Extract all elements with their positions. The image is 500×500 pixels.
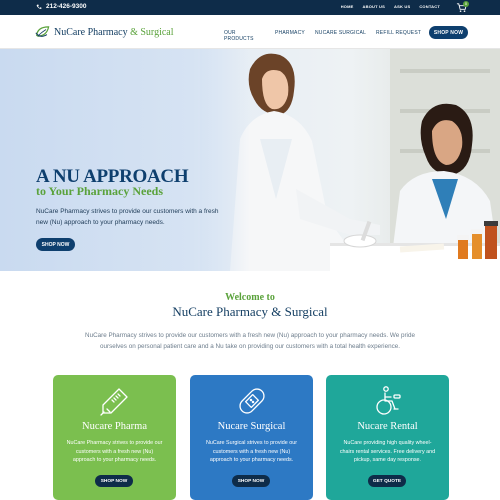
nav-our-products[interactable]: OUR PRODUCTS (224, 30, 254, 42)
phone-contact[interactable]: 212-426-9300 (36, 3, 86, 10)
welcome-text: NuCare Pharmacy strives to provide our c… (85, 332, 415, 350)
card-text: NuCare Pharmacy strives to provide our c… (66, 440, 163, 463)
top-links: HOME ABOUT US ASK US CONTACT (341, 4, 440, 9)
card-nucare-rental: Nucare Rental NuCare providing high qual… (326, 375, 449, 500)
main-header: NuCare Pharmacy & Surgical OUR PRODUCTS … (0, 15, 500, 49)
header-shop-now-button[interactable]: SHOP NOW (429, 26, 468, 39)
top-link-about-us[interactable]: ABOUT US (363, 4, 386, 9)
top-link-home[interactable]: HOME (341, 4, 354, 9)
hero-section: A NU APPROACH to Your Pharmacy Needs NuC… (0, 49, 500, 271)
nav-nucare-surgical[interactable]: NUCARE SURGICAL (315, 30, 366, 36)
logo-text: NuCare Pharmacy & Surgical (54, 27, 174, 38)
welcome-kicker: Welcome to (225, 292, 275, 303)
bandage-icon (239, 388, 265, 414)
top-link-ask-us[interactable]: ASK US (394, 4, 410, 9)
logo-main-text: NuCare Pharmacy (54, 26, 128, 38)
card-nucare-pharma: Nucare Pharma NuCare Pharmacy strives to… (53, 375, 176, 500)
card-title: Nucare Surgical (217, 421, 286, 432)
logo-leaf-icon (35, 26, 50, 37)
card-title: Nucare Rental (357, 421, 418, 432)
cart-count-badge: 0 (463, 1, 469, 7)
wheelchair-icon (376, 386, 401, 415)
card-nucare-surgical: Nucare Surgical NuCare Surgical strives … (190, 375, 313, 500)
hero-pharmacists-image (200, 49, 500, 271)
logo-surgical-text: Surgical (140, 26, 174, 38)
phone-number: 212-426-9300 (46, 3, 87, 10)
logo-ampersand: & (130, 26, 138, 38)
phone-icon (36, 4, 42, 9)
card-surgical-shop-now-button[interactable]: SHOP NOW (232, 475, 270, 487)
card-title: Nucare Pharma (81, 421, 147, 432)
top-link-contact[interactable]: CONTACT (419, 4, 440, 9)
card-text: NuCare providing high quality wheel-chai… (339, 440, 436, 463)
welcome-title: NuCare Pharmacy & Surgical (172, 304, 328, 319)
thermometer-icon (100, 388, 128, 416)
nav-refill-request[interactable]: REFILL REQUEST (376, 30, 421, 36)
hero-subheadline: to Your Pharmacy Needs (36, 184, 163, 198)
card-rental-get-quote-button[interactable]: GET QUOTE (368, 475, 406, 487)
site-logo[interactable]: NuCare Pharmacy & Surgical (35, 25, 174, 39)
hero-shop-now-button[interactable]: SHOP NOW (36, 238, 75, 251)
hero-text: NuCare Pharmacy strives to provide our c… (36, 208, 219, 226)
nav-pharmacy[interactable]: PHARMACY (275, 30, 305, 36)
card-text: NuCare Surgical strives to provide our c… (205, 440, 298, 463)
card-pharma-shop-now-button[interactable]: SHOP NOW (95, 475, 133, 487)
top-bar: 212-426-9300 HOME ABOUT US ASK US CONTAC… (0, 0, 500, 15)
